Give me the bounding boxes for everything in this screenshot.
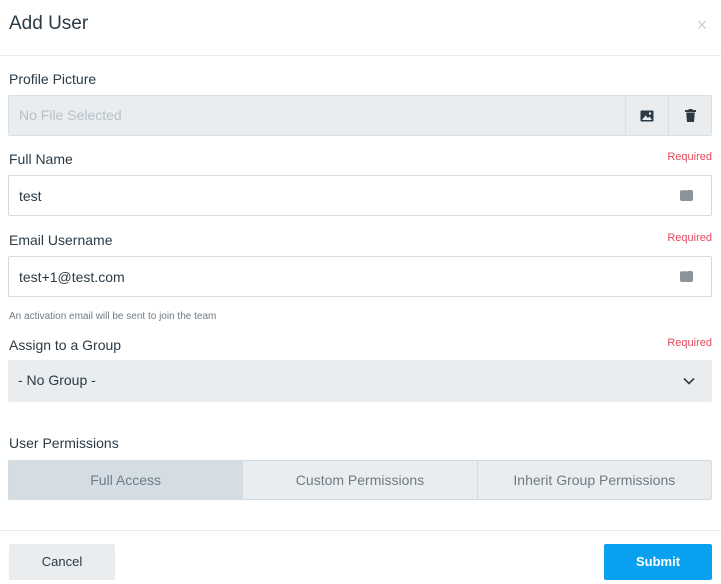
close-icon[interactable]: × bbox=[692, 15, 712, 35]
keyboard-icon[interactable] bbox=[680, 268, 693, 282]
image-icon bbox=[640, 110, 654, 121]
email-field[interactable]: test+1@test.com bbox=[8, 256, 712, 297]
profile-picture-label: Profile Picture bbox=[9, 71, 97, 87]
permissions-label: User Permissions bbox=[9, 435, 119, 451]
cancel-button[interactable]: Cancel bbox=[9, 544, 115, 580]
dialog-title: Add User bbox=[9, 13, 89, 34]
email-hint: An activation email will be sent to join… bbox=[9, 311, 217, 322]
full-name-label: Full Name bbox=[9, 151, 73, 167]
profile-picture-row: No File Selected bbox=[8, 95, 712, 136]
keyboard-icon[interactable] bbox=[680, 187, 693, 201]
email-label: Email Username bbox=[9, 232, 113, 248]
chevron-down-icon bbox=[683, 377, 695, 385]
dialog-header: Add User × bbox=[0, 0, 721, 56]
profile-picture-field[interactable]: No File Selected bbox=[8, 95, 626, 136]
email-value: test+1@test.com bbox=[19, 269, 125, 285]
group-selected-value: - No Group - bbox=[18, 372, 96, 388]
full-name-required: Required bbox=[667, 151, 712, 163]
permissions-segmented-control: Full Access Custom Permissions Inherit G… bbox=[8, 460, 712, 500]
footer-divider bbox=[0, 530, 721, 531]
submit-button[interactable]: Submit bbox=[604, 544, 712, 580]
full-name-field[interactable]: test bbox=[8, 175, 712, 216]
permission-full-access[interactable]: Full Access bbox=[9, 461, 244, 499]
group-select[interactable]: - No Group - bbox=[8, 360, 712, 402]
permission-custom[interactable]: Custom Permissions bbox=[243, 461, 478, 499]
full-name-value: test bbox=[19, 188, 42, 204]
email-required: Required bbox=[667, 232, 712, 244]
delete-image-button[interactable] bbox=[669, 95, 712, 136]
permission-inherit-group[interactable]: Inherit Group Permissions bbox=[477, 461, 711, 499]
trash-icon bbox=[684, 109, 696, 122]
group-required: Required bbox=[667, 337, 712, 349]
upload-image-button[interactable] bbox=[626, 95, 669, 136]
group-label: Assign to a Group bbox=[9, 337, 122, 353]
